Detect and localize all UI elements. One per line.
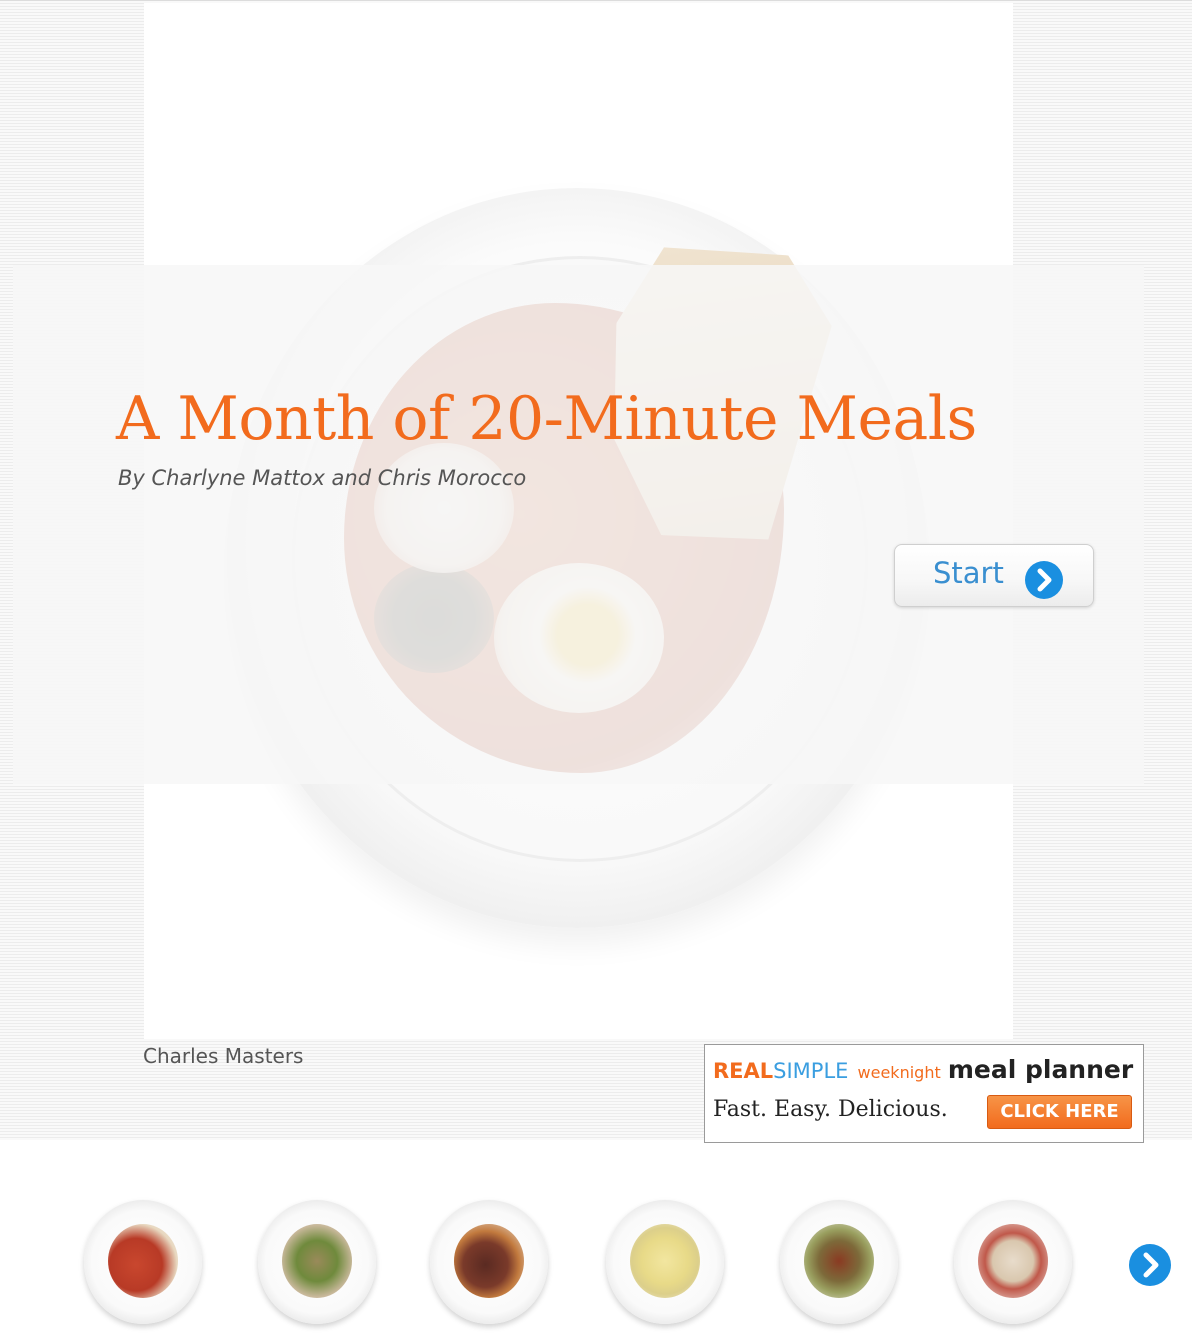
salad-plate-thumbnail [282,1224,352,1298]
ad-tagline: Fast. Easy. Delicious. [713,1097,948,1122]
ad-planner: meal planner [947,1055,1134,1084]
byline: By Charlyne Mattox and Chris Morocco [118,466,527,490]
photo-credit: Charles Masters [143,1044,304,1068]
shakshuka-plate-thumbnail [108,1224,178,1298]
thumbnail-1[interactable] [84,1200,202,1324]
thumbnail-5[interactable] [780,1200,898,1324]
ad-headline: REALSIMPLE weeknight meal planner [713,1055,1133,1084]
ad-brand-real: REAL [713,1059,774,1083]
thumbnail-2[interactable] [258,1200,376,1324]
thumbnail-4[interactable] [606,1200,724,1324]
ad-weeknight: weeknight [857,1063,941,1082]
page-title: A Month of 20-Minute Meals [116,384,977,454]
thumbnail-6[interactable] [954,1200,1072,1324]
chevron-right-icon [1025,561,1063,599]
ad-brand-simple: SIMPLE [773,1059,849,1083]
chicken-greens-plate-thumbnail [804,1224,874,1298]
click-here-button[interactable]: CLICK HERE [987,1095,1132,1129]
thumbnail-strip [0,1190,1192,1342]
start-button-label: Start [933,556,1004,590]
title-overlay-band [13,265,1144,784]
chevron-right-icon[interactable] [1128,1243,1172,1287]
egg-soup-plate-thumbnail [630,1224,700,1298]
start-button[interactable]: Start [894,544,1094,607]
meal-planner-ad[interactable]: REALSIMPLE weeknight meal planner Fast. … [704,1044,1144,1143]
pasta-plate-thumbnail [978,1224,1048,1298]
thumbnail-3[interactable] [430,1200,548,1324]
steak-carrots-plate-thumbnail [454,1224,524,1298]
